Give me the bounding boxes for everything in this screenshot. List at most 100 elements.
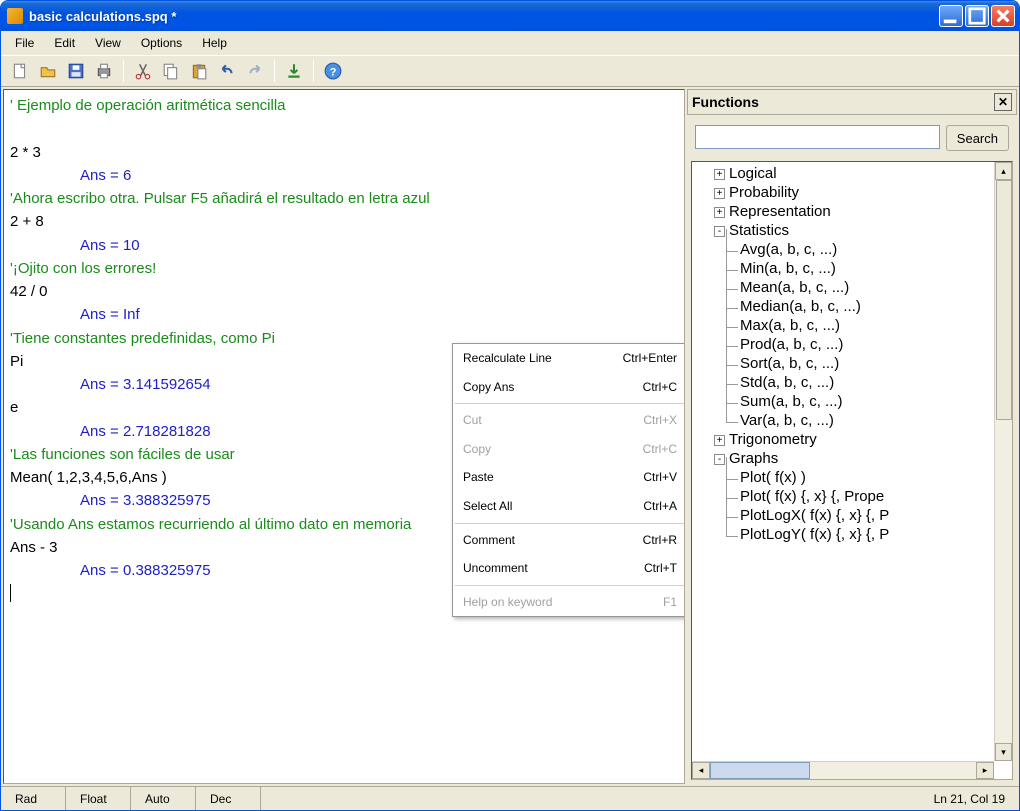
context-menu-item[interactable]: Copy AnsCtrl+C [453,373,685,402]
tree-function-item[interactable]: Min(a, b, c, ...) [740,259,994,278]
tree-toggle-icon[interactable]: + [714,188,725,199]
titlebar[interactable]: basic calculations.spq * [1,1,1019,31]
minimize-button[interactable] [939,5,963,27]
tree-toggle-icon[interactable]: + [714,207,725,218]
editor-line[interactable]: Ans = 10 [10,234,678,257]
editor-line[interactable]: Ans = Inf [10,303,678,326]
menu-item-shortcut: Ctrl+C [643,440,677,459]
search-input[interactable] [695,125,940,149]
panel-title: Functions [692,94,994,110]
scroll-thumb[interactable] [996,180,1012,420]
editor-line[interactable]: 42 / 0 [10,280,678,303]
editor-line[interactable]: 2 * 3 [10,141,678,164]
copy-icon[interactable] [158,58,184,84]
status-angle[interactable]: Rad [1,787,66,810]
menu-item-label: Cut [463,411,643,430]
vertical-scrollbar[interactable]: ▴ ▾ [994,162,1012,761]
undo-icon[interactable] [214,58,240,84]
tree-function-item[interactable]: Std(a, b, c, ...) [740,373,994,392]
context-menu-item[interactable]: CommentCtrl+R [453,526,685,555]
toolbar-separator [123,60,124,82]
tree-function-item[interactable]: Median(a, b, c, ...) [740,297,994,316]
scroll-left-button[interactable]: ◂ [692,762,710,779]
save-icon[interactable] [63,58,89,84]
cut-icon[interactable] [130,58,156,84]
tree-category[interactable]: + Trigonometry [714,430,994,449]
tree-function-item[interactable]: PlotLogX( f(x) {, x} {, P [740,506,994,525]
menu-item-label: Uncomment [463,559,644,578]
tree-category[interactable]: + Probability [714,183,994,202]
tree-toggle-icon[interactable]: - [714,454,725,465]
menu-view[interactable]: View [85,33,131,53]
tree-category[interactable]: -Statistics [714,221,994,240]
tree-function-item[interactable]: PlotLogY( f(x) {, x} {, P [740,525,994,544]
paste-icon[interactable] [186,58,212,84]
scroll-up-button[interactable]: ▴ [995,162,1012,180]
menu-item-shortcut: Ctrl+R [643,531,677,550]
scroll-right-button[interactable]: ▸ [976,762,994,779]
editor-line[interactable]: 'Ahora escribo otra. Pulsar F5 añadirá e… [10,187,678,210]
editor-line[interactable]: 2 + 8 [10,210,678,233]
menu-edit[interactable]: Edit [44,33,85,53]
tree-function-item[interactable]: Sort(a, b, c, ...) [740,354,994,373]
tree-category[interactable]: + Representation [714,202,994,221]
tree-function-item[interactable]: Plot( f(x) {, x} {, Prope [740,487,994,506]
redo-icon[interactable] [242,58,268,84]
tree-function-item[interactable]: Mean(a, b, c, ...) [740,278,994,297]
hscroll-thumb[interactable] [710,762,810,779]
status-position: Ln 21, Col 19 [920,787,1019,810]
editor-line[interactable]: '¡Ojito con los errores! [10,257,678,280]
editor[interactable]: ' Ejemplo de operación aritmética sencil… [3,89,685,784]
tree-function-item[interactable]: Plot( f(x) ) [740,468,994,487]
tree-inner[interactable]: +Logical+Probability+Representation-Stat… [696,164,1012,761]
editor-line[interactable] [10,117,678,140]
status-float[interactable]: Float [66,787,131,810]
menu-item-label: Paste [463,468,643,487]
app-window: basic calculations.spq * File Edit View … [0,0,1020,811]
scroll-down-button[interactable]: ▾ [995,743,1012,761]
tree-toggle-icon[interactable]: + [714,169,725,180]
horizontal-scrollbar[interactable]: ◂ ▸ [692,761,994,779]
menubar: File Edit View Options Help [1,31,1019,55]
tree-category-label[interactable]: Probability [729,184,799,201]
tree-function-item[interactable]: Prod(a, b, c, ...) [740,335,994,354]
tree-category[interactable]: + Logical [714,164,994,183]
menu-item-shortcut: Ctrl+Enter [623,349,677,368]
menu-item-label: Copy [463,440,643,459]
tree-category-label[interactable]: Statistics [729,222,789,239]
new-icon[interactable] [7,58,33,84]
tree-function-item[interactable]: Avg(a, b, c, ...) [740,240,994,259]
tree-category[interactable]: -Graphs [714,449,994,468]
search-button[interactable]: Search [946,125,1009,151]
tree-function-item[interactable]: Max(a, b, c, ...) [740,316,994,335]
context-menu-item[interactable]: Select AllCtrl+A [453,492,685,521]
context-menu-item[interactable]: UncommentCtrl+T [453,554,685,583]
run-icon[interactable] [281,58,307,84]
status-base[interactable]: Dec [196,787,261,810]
context-menu-item: Help on keywordF1 [453,588,685,617]
app-icon [7,8,23,24]
panel-close-button[interactable]: ✕ [994,93,1012,111]
print-icon[interactable] [91,58,117,84]
tree-function-item[interactable]: Sum(a, b, c, ...) [740,392,994,411]
menu-help[interactable]: Help [192,33,237,53]
status-auto[interactable]: Auto [131,787,196,810]
tree-category-label[interactable]: Logical [729,165,777,182]
menu-options[interactable]: Options [131,33,192,53]
tree-toggle-icon[interactable]: + [714,435,725,446]
help-icon[interactable]: ? [320,58,346,84]
editor-line[interactable]: Ans = 6 [10,164,678,187]
tree-category-label[interactable]: Graphs [729,450,778,467]
menu-item-shortcut: Ctrl+A [643,497,677,516]
maximize-button[interactable] [965,5,989,27]
tree-category-label[interactable]: Trigonometry [729,431,817,448]
tree-toggle-icon[interactable]: - [714,226,725,237]
tree-function-item[interactable]: Var(a, b, c, ...) [740,411,994,430]
menu-file[interactable]: File [5,33,44,53]
close-button[interactable] [991,5,1015,27]
context-menu-item[interactable]: PasteCtrl+V [453,463,685,492]
context-menu-item[interactable]: Recalculate LineCtrl+Enter [453,344,685,373]
open-icon[interactable] [35,58,61,84]
editor-line[interactable]: ' Ejemplo de operación aritmética sencil… [10,94,678,117]
tree-category-label[interactable]: Representation [729,203,831,220]
